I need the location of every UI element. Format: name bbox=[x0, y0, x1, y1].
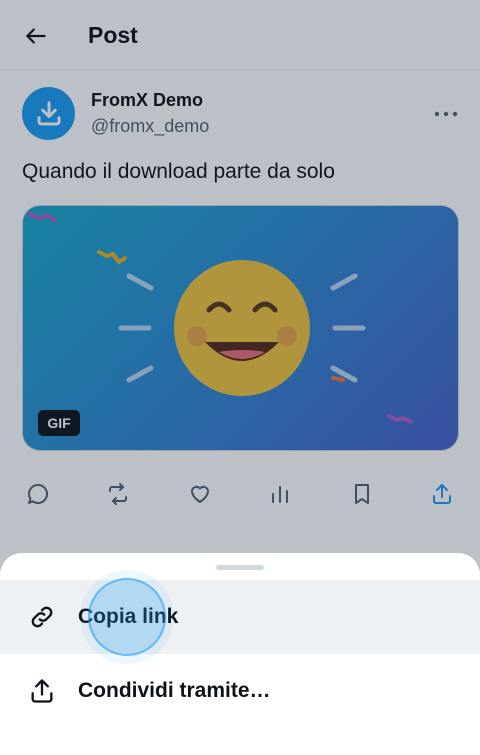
share-via-option[interactable]: Condividi tramite… bbox=[0, 654, 480, 728]
sheet-handle[interactable] bbox=[216, 565, 264, 570]
copy-link-option[interactable]: Copia link bbox=[0, 580, 480, 654]
share-via-label: Condividi tramite… bbox=[78, 679, 271, 702]
share-icon bbox=[28, 677, 56, 705]
post-screen: Post FromX Demo @fromx_demo Quando il do… bbox=[0, 0, 480, 755]
touch-indicator bbox=[88, 578, 166, 656]
link-icon bbox=[28, 603, 56, 631]
share-sheet: Copia link Condividi tramite… bbox=[0, 553, 480, 755]
